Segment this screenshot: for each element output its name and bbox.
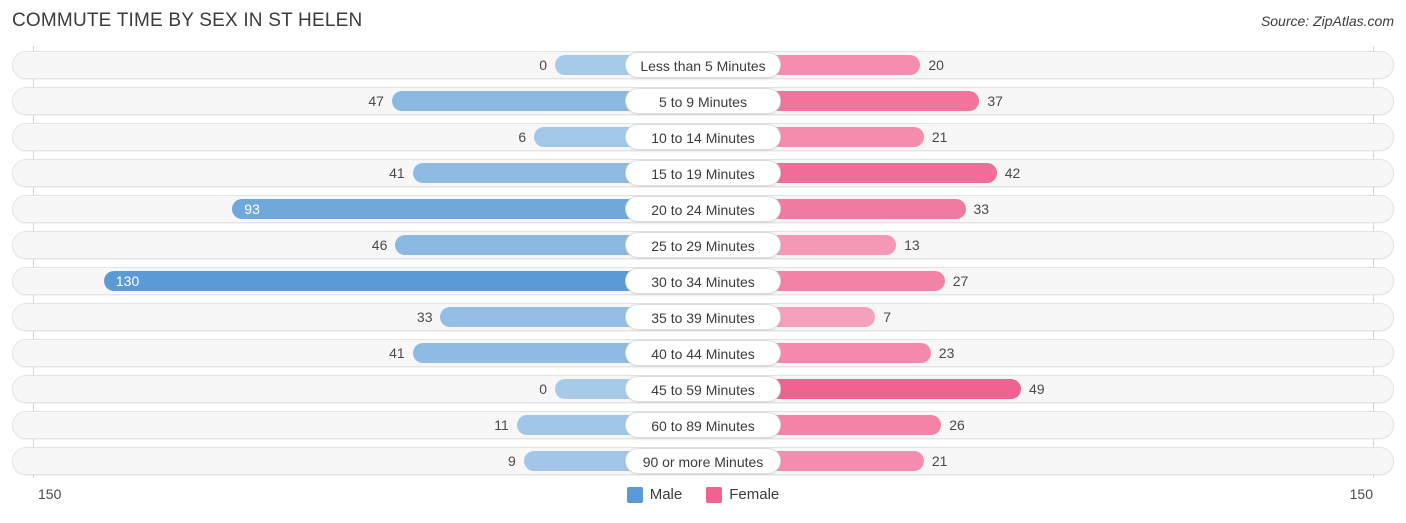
category-label-pill: 90 or more Minutes xyxy=(625,448,781,474)
chart-footer: 150 150 Male Female xyxy=(0,478,1406,523)
category-label-pill: 15 to 19 Minutes xyxy=(625,160,781,186)
category-label-pill: 20 to 24 Minutes xyxy=(625,196,781,222)
category-label-pill: 5 to 9 Minutes xyxy=(625,88,781,114)
category-label-pill: 35 to 39 Minutes xyxy=(625,304,781,330)
diverging-bar-chart-plot: 0 20 Less than 5 Minutes 47 37 5 to 9 Minutes… xyxy=(0,46,1406,478)
category-label-pill: Less than 5 Minutes xyxy=(625,52,781,78)
category-label-pill: 30 to 34 Minutes xyxy=(625,268,781,294)
legend-item[interactable]: Male xyxy=(626,486,683,503)
category-label-pill: 60 to 89 Minutes xyxy=(625,412,781,438)
source-attribution: Source: ZipAtlas.com xyxy=(1260,13,1394,29)
category-label-pill: 45 to 59 Minutes xyxy=(625,376,781,402)
legend-item[interactable]: Female xyxy=(706,486,779,503)
legend-label: Female xyxy=(729,486,780,503)
category-label-pill: 10 to 14 Minutes xyxy=(625,124,781,150)
chart-header: COMMUTE TIME BY SEX IN ST HELEN Source: … xyxy=(0,0,1406,46)
legend-swatch-icon xyxy=(706,486,723,503)
page-title: COMMUTE TIME BY SEX IN ST HELEN xyxy=(12,10,363,31)
category-label-pill: 25 to 29 Minutes xyxy=(625,232,781,258)
legend-label: Male xyxy=(649,486,683,503)
legend-swatch-icon xyxy=(626,486,643,503)
chart-legend: Male Female xyxy=(0,486,1406,503)
category-label-pill: 40 to 44 Minutes xyxy=(625,340,781,366)
